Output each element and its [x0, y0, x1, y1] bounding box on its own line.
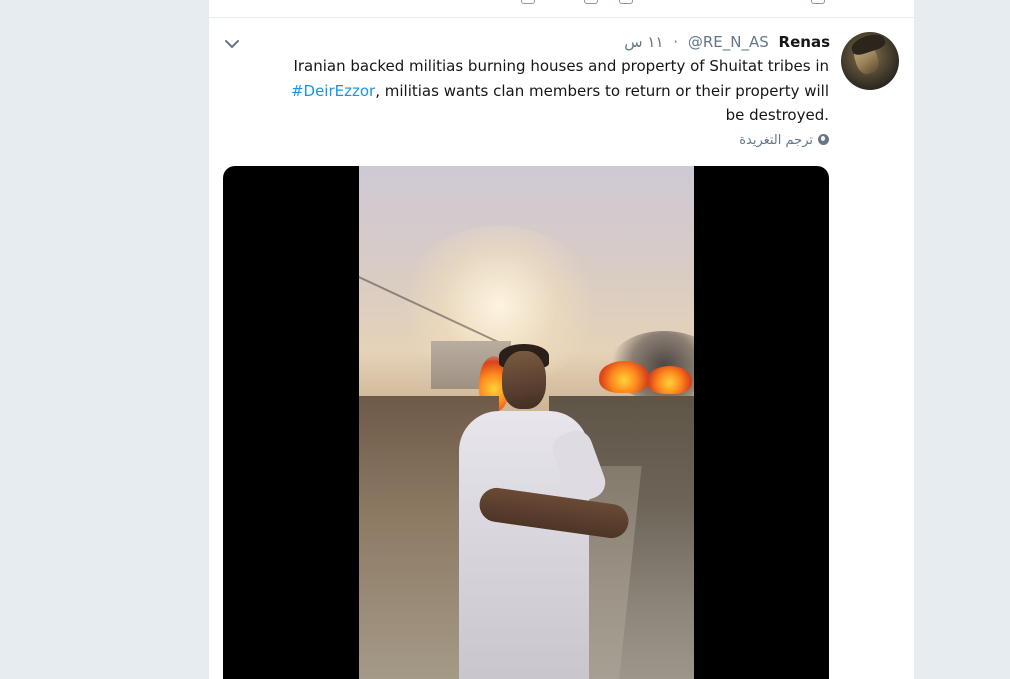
user-avatar[interactable]	[841, 32, 899, 90]
globe-icon	[818, 134, 829, 145]
tweet-text: Iranian backed militias burning houses a…	[269, 54, 829, 128]
video-player[interactable]	[223, 166, 829, 679]
previous-tweet-actions	[209, 0, 914, 18]
like-icon[interactable]	[619, 0, 633, 4]
timeline-column: Renas @RE_N_AS · ١١ س Iranian backed mil…	[208, 0, 915, 679]
hashtag-link[interactable]: #DeirEzzor	[291, 82, 375, 100]
tweet-text-part-1: Iranian backed militias burning houses a…	[293, 57, 829, 75]
tweet-text-part-2: , militias wants clan members to return …	[375, 81, 829, 125]
user-handle[interactable]: @RE_N_AS	[688, 33, 769, 51]
display-name[interactable]: Renas	[779, 33, 830, 51]
chevron-down-icon[interactable]	[225, 38, 239, 50]
tweet-header: Renas @RE_N_AS · ١١ س	[624, 32, 830, 52]
separator-dot: ·	[673, 33, 679, 51]
retweet-icon[interactable]	[584, 0, 598, 4]
tweet[interactable]: Renas @RE_N_AS · ١١ س Iranian backed mil…	[209, 18, 914, 679]
translate-tweet-link[interactable]: ترجم التغريدة	[739, 133, 829, 148]
translate-label: ترجم التغريدة	[739, 133, 813, 148]
share-icon[interactable]	[811, 0, 825, 4]
reply-icon[interactable]	[521, 0, 535, 4]
video-frame	[359, 166, 694, 679]
tweet-timestamp[interactable]: ١١ س	[624, 33, 663, 51]
